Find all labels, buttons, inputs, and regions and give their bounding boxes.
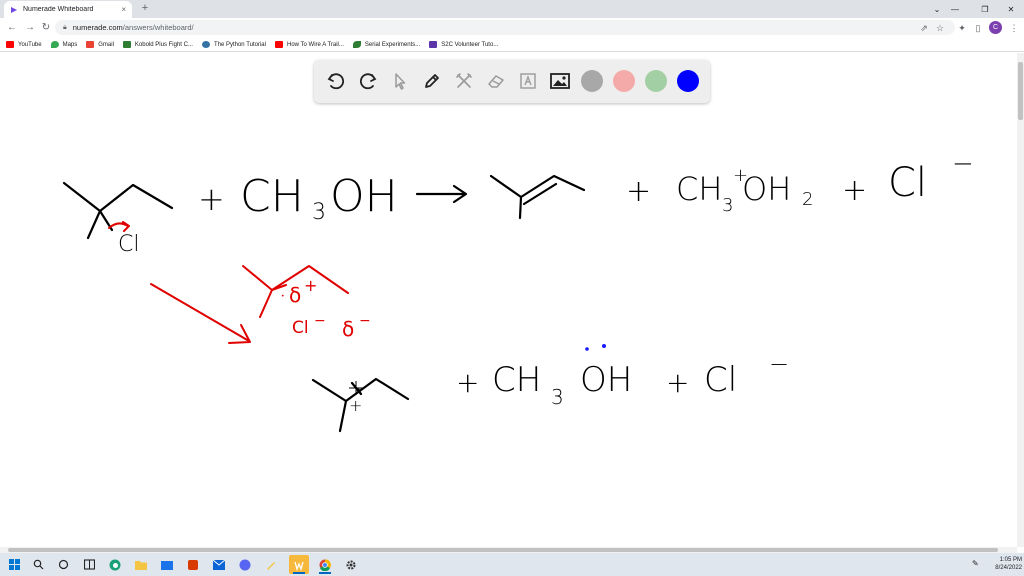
eq2-reagent-tail: OH [580, 360, 632, 400]
eq2-plus-2: + [666, 366, 689, 399]
eq1-plus-2: + [626, 174, 651, 209]
vertical-scroll-thumb[interactable] [1018, 62, 1023, 120]
eq1-reagent-tail: OH [330, 171, 398, 222]
undo-icon[interactable] [324, 69, 348, 93]
reaction-arrow [415, 184, 468, 204]
eq2-reagent-sub: 3 [551, 385, 564, 409]
redo-icon[interactable] [356, 69, 380, 93]
chrome-icon[interactable] [315, 555, 335, 574]
eraser-icon[interactable] [484, 69, 508, 93]
eq2-chloride: Cl [704, 360, 737, 400]
discord-icon[interactable] [235, 555, 255, 574]
alkene-skeleton [489, 174, 586, 220]
mail-icon[interactable] [209, 555, 229, 574]
delta-minus-charge: − [359, 313, 371, 329]
windows-taskbar [0, 553, 1024, 576]
chloride-red: Cl [292, 318, 309, 338]
color-blue-swatch[interactable] [677, 70, 699, 92]
notepad-icon[interactable] [261, 555, 281, 574]
color-green-swatch[interactable] [645, 70, 667, 92]
system-clock[interactable]: 1:05 PM 8/24/2022 [988, 556, 1022, 572]
windows-start-icon[interactable] [4, 555, 24, 574]
office-icon[interactable] [183, 555, 203, 574]
whiteboard-toolbar [314, 60, 710, 103]
eq1-plus-1: + [198, 180, 225, 218]
eq1-chloride-charge: − [952, 149, 974, 179]
eq1-product-prefix: CH [676, 170, 722, 208]
lone-pair-dot: • [281, 293, 285, 300]
delta-plus-charge: + [304, 276, 317, 295]
eq2-plus-1: + [456, 366, 479, 399]
vertical-scrollbar[interactable] [1017, 53, 1024, 547]
pointer-icon[interactable] [388, 69, 412, 93]
eq2-reagent: CH [492, 360, 541, 400]
file-explorer-icon[interactable] [131, 555, 151, 574]
whiteboard-app-icon[interactable] [289, 555, 309, 574]
chloride-red-charge: − [314, 313, 326, 329]
widgets-icon[interactable] [79, 555, 99, 574]
eq1-product-sub: 3 [722, 195, 733, 216]
leaving-group-cl: Cl [118, 232, 139, 257]
task-view-icon[interactable] [53, 555, 73, 574]
delta-minus: δ [342, 317, 354, 341]
color-red-swatch[interactable] [613, 70, 635, 92]
delta-plus: δ [289, 283, 301, 307]
reactant-skeleton [62, 181, 174, 240]
clock-date: 8/24/2022 [995, 565, 1022, 571]
eq2-carbocation-charge: + [349, 396, 362, 415]
lone-pair-dot-2 [602, 344, 606, 348]
eq1-chloride: Cl [888, 160, 927, 206]
text-icon[interactable] [516, 69, 540, 93]
pen-tray-icon[interactable]: ✎ [972, 559, 979, 568]
eq2-chloride-charge: − [769, 350, 789, 378]
lone-pair-dot-1 [585, 347, 589, 351]
edge-icon[interactable] [105, 555, 125, 574]
eq1-plus-3: + [842, 173, 867, 208]
horizontal-scroll-thumb[interactable] [8, 548, 998, 552]
mechanism-arrow [150, 283, 251, 344]
eq1-product-tail: OH [742, 170, 791, 208]
tools-icon[interactable] [452, 69, 476, 93]
eq1-product-sub2: 2 [802, 189, 813, 210]
color-gray-swatch[interactable] [581, 70, 603, 92]
settings-gear-icon[interactable] [341, 555, 361, 574]
store-icon[interactable] [157, 555, 177, 574]
eq1-reagent: CH [240, 171, 304, 222]
pen-icon[interactable] [420, 69, 444, 93]
image-icon[interactable] [548, 69, 572, 93]
clock-time: 1:05 PM [999, 557, 1022, 563]
eq1-reagent-sub: 3 [312, 200, 326, 225]
search-icon[interactable] [28, 555, 48, 574]
